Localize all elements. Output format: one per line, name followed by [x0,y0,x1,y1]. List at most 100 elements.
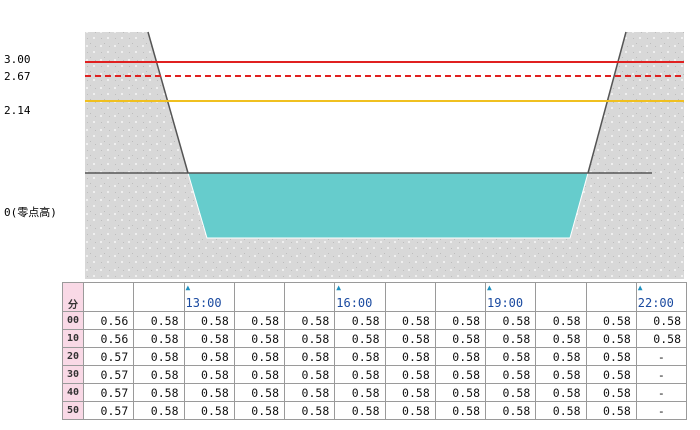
level-value-cell: 0.58 [484,347,537,366]
level-value-cell: 0.58 [535,329,587,348]
water-level-table: 分 ▲ 13:00 ▲ 16:00 ▲ 19:00 ▲ 22:00 00 0.56 0.58 0.58 0… [62,282,688,420]
time-header-cell [82,282,135,312]
level-value-cell: 0.58 [384,383,436,402]
time-header-row: 分 ▲ 13:00 ▲ 16:00 ▲ 19:00 ▲ 22:00 [62,282,688,312]
level-value-cell: 0.58 [434,401,487,420]
level-value-cell: 0.58 [585,347,637,366]
level-value-cell: - [635,401,688,420]
time-header-cell [384,282,436,312]
level-value-cell: 0.58 [183,401,235,420]
level-value-cell: 0.58 [484,329,537,348]
level-value-cell: 0.58 [334,347,386,366]
level-value-cell: 0.58 [585,365,637,384]
minute-label: 00 [62,311,84,330]
level-value-cell: 0.58 [133,311,185,330]
level-value-cell: 0.58 [585,401,637,420]
time-header-cell: ▲ 16:00 [334,282,386,312]
level-value-cell: 0.58 [434,347,487,366]
level-value-cell: 0.58 [283,383,336,402]
level-value-cell: - [635,347,688,366]
level-value-cell: 0.56 [82,311,135,330]
level-value-cell: 0.58 [384,401,436,420]
level-value-cell: 0.58 [233,365,286,384]
minute-label: 50 [62,401,84,420]
level-value-cell: 0.58 [635,311,688,330]
minute-label: 40 [62,383,84,402]
time-header-cell: ▲ 13:00 [183,282,235,312]
minute-label: 10 [62,329,84,348]
level-label-zero: 0(零点高) [4,206,57,219]
time-header-cell [233,282,286,312]
level-value-cell: 0.58 [233,347,286,366]
level-value-cell: 0.58 [484,311,537,330]
level-value-cell: 0.58 [133,329,185,348]
level-value-cell: 0.58 [183,347,235,366]
level-value-cell: 0.58 [133,347,185,366]
minute-label: 30 [62,365,84,384]
level-value-cell: 0.58 [183,329,235,348]
time-header-cell [133,282,185,312]
level-label-300: 3.00 [4,53,31,66]
level-value-cell: 0.58 [183,311,235,330]
level-value-cell: 0.58 [384,347,436,366]
level-label-214: 2.14 [4,104,31,117]
level-value-cell: - [635,365,688,384]
table-row: 20 0.57 0.58 0.58 0.58 0.58 0.58 0.58 0.58 0.58 0.… [62,347,688,366]
level-value-cell: 0.57 [82,365,135,384]
minute-header: 分 [62,282,84,312]
level-value-cell: 0.58 [334,329,386,348]
time-label: 19:00 [487,296,524,310]
table-row: 50 0.57 0.58 0.58 0.58 0.58 0.58 0.58 0.58 0.58 0.… [62,401,688,420]
level-value-cell: 0.58 [484,383,537,402]
time-header-cell: ▲ 22:00 [635,282,688,312]
level-value-cell: 0.58 [334,365,386,384]
level-value-cell: 0.57 [82,383,135,402]
level-value-cell: 0.58 [585,383,637,402]
level-value-cell: 0.58 [334,383,386,402]
level-value-cell: 0.58 [233,401,286,420]
tick-marker-icon: ▲ [185,283,191,293]
table-row: 10 0.56 0.58 0.58 0.58 0.58 0.58 0.58 0.58 0.58 0.… [62,329,688,348]
level-value-cell: 0.58 [233,329,286,348]
level-value-cell: 0.58 [233,383,286,402]
minute-label: 20 [62,347,84,366]
level-value-cell: 0.58 [384,311,436,330]
level-value-cell: 0.58 [133,383,185,402]
ground-fill [85,32,684,279]
level-value-cell: 0.58 [384,329,436,348]
tick-marker-icon: ▲ [336,283,342,293]
level-value-cell: 0.58 [535,401,587,420]
level-value-cell: 0.58 [283,401,336,420]
time-header-cell [535,282,587,312]
level-value-cell: 0.56 [82,329,135,348]
table-row: 40 0.57 0.58 0.58 0.58 0.58 0.58 0.58 0.58 0.58 0.… [62,383,688,402]
level-value-cell: 0.58 [535,365,587,384]
level-value-cell: 0.58 [535,383,587,402]
level-label-267: 2.67 [4,70,31,83]
level-value-cell: - [635,383,688,402]
time-header-cell [283,282,336,312]
level-value-cell: 0.58 [434,311,487,330]
water-body [187,172,589,239]
level-value-cell: 0.58 [535,347,587,366]
level-value-cell: 0.58 [585,311,637,330]
time-header-cell [434,282,487,312]
time-label: 16:00 [336,296,373,310]
level-value-cell: 0.57 [82,347,135,366]
level-value-cell: 0.58 [283,365,336,384]
time-header-cell [585,282,637,312]
level-value-cell: 0.58 [585,329,637,348]
level-value-cell: 0.58 [183,383,235,402]
level-value-cell: 0.58 [283,347,336,366]
level-value-cell: 0.58 [183,365,235,384]
level-value-cell: 0.58 [535,311,587,330]
level-value-cell: 0.58 [133,365,185,384]
level-value-cell: 0.58 [133,401,185,420]
level-value-cell: 0.58 [635,329,688,348]
level-value-cell: 0.58 [484,401,537,420]
river-cross-section: 3.00 2.67 2.14 0(零点高) [0,0,700,282]
table-row: 00 0.56 0.58 0.58 0.58 0.58 0.58 0.58 0.58 0.58 0.… [62,311,688,330]
level-value-cell: 0.58 [283,329,336,348]
level-value-cell: 0.58 [334,401,386,420]
level-value-cell: 0.58 [434,383,487,402]
